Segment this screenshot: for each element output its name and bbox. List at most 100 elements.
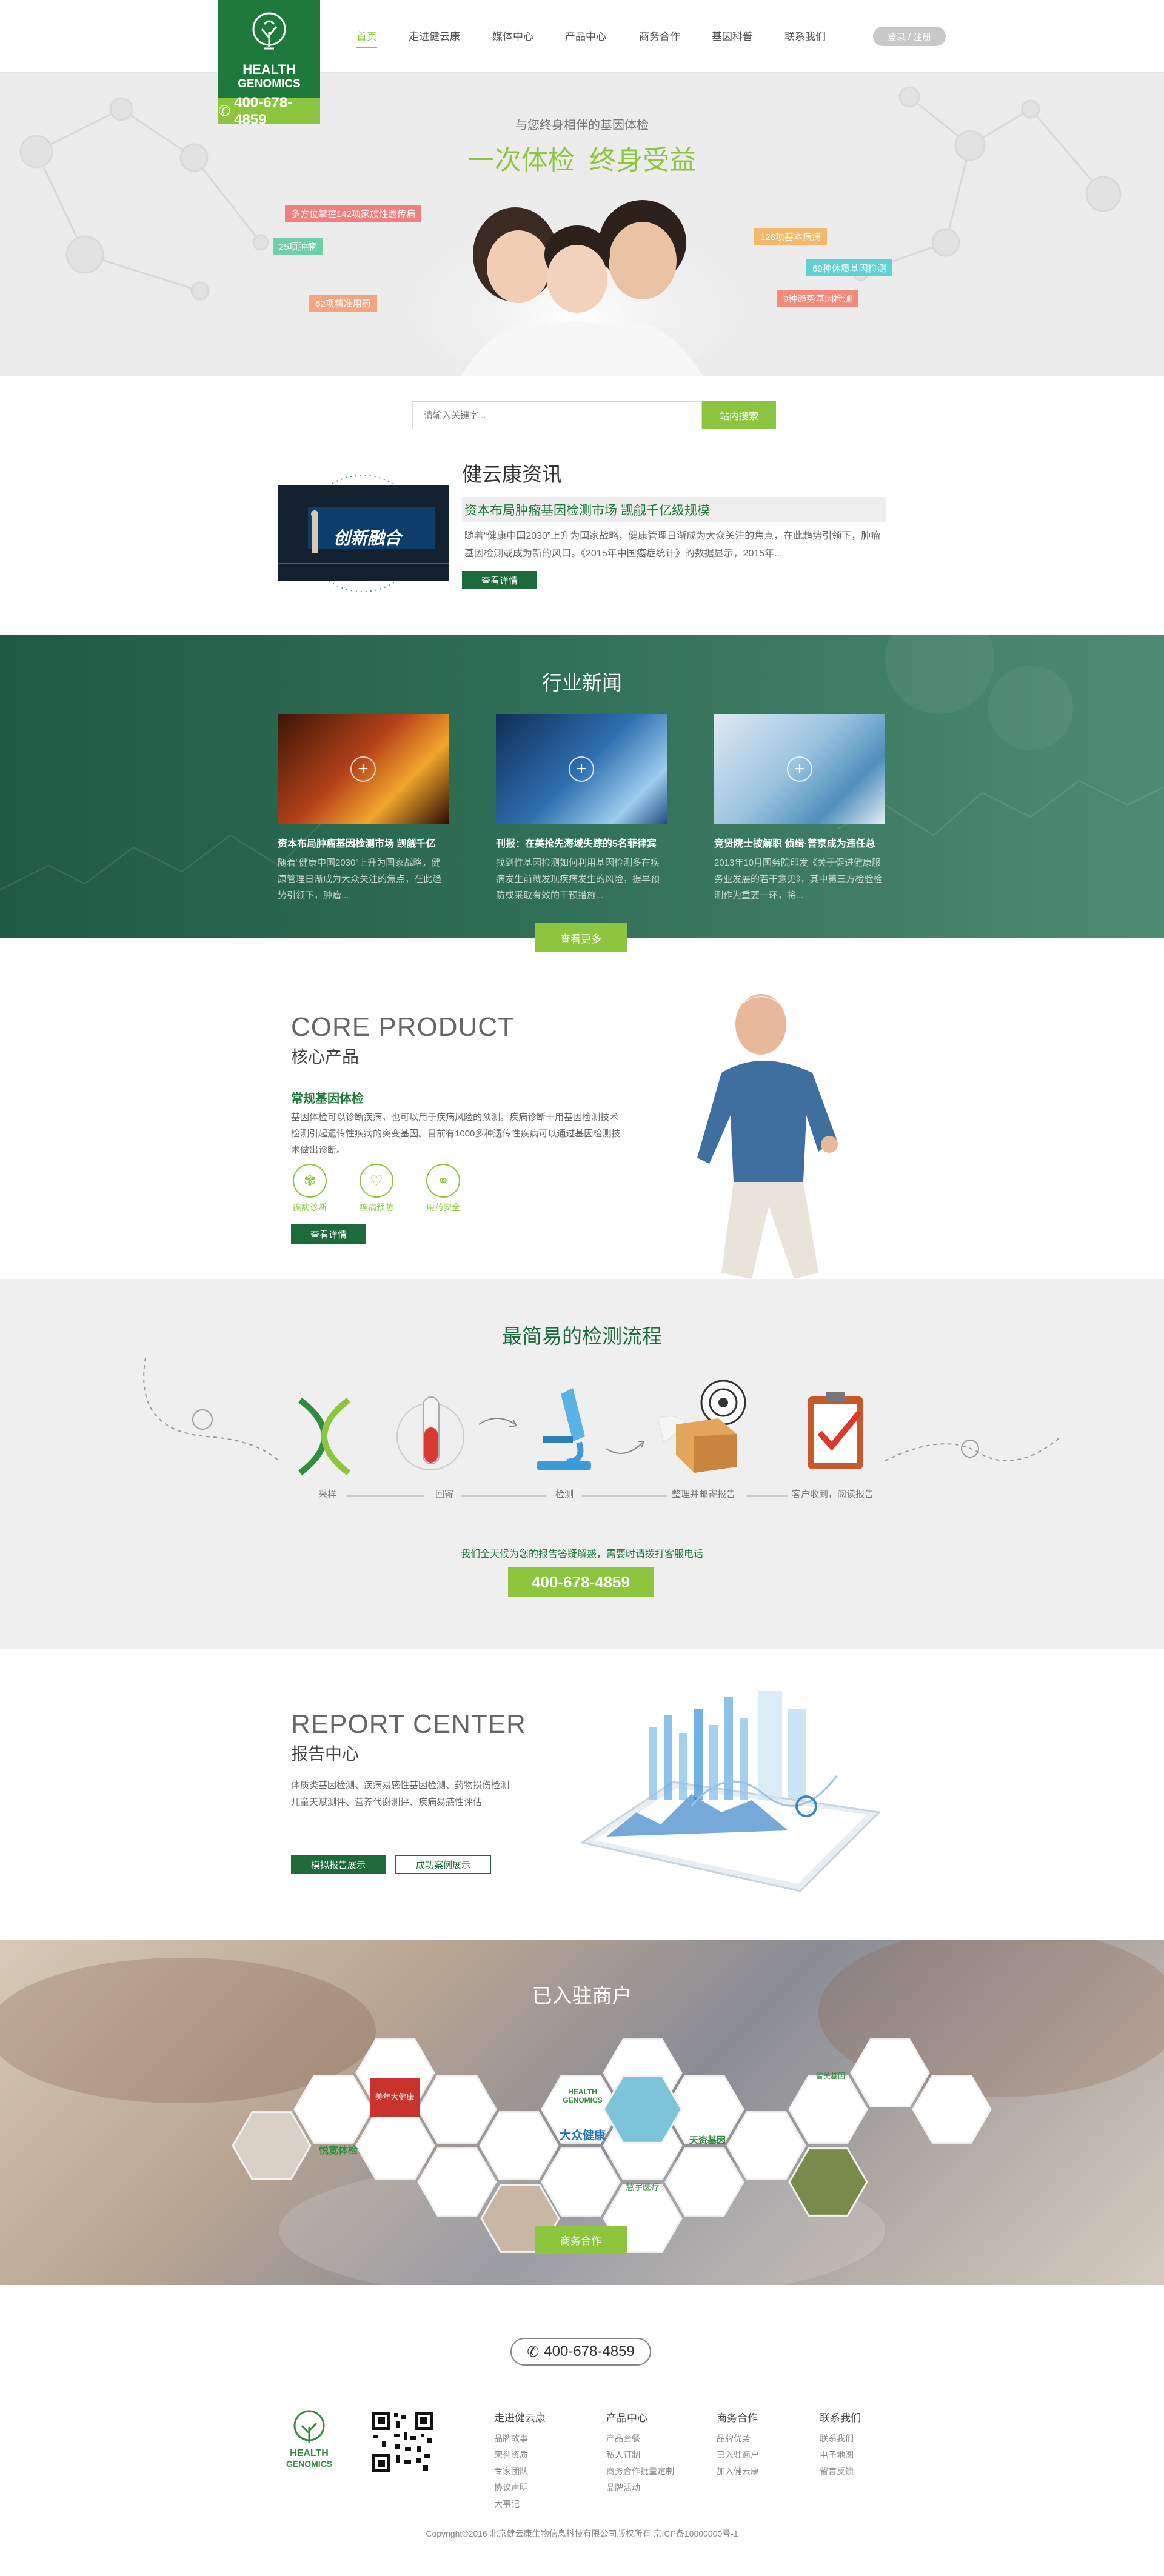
login-button[interactable]: 登录 / 注册 [873,27,946,46]
search-button[interactable]: 站内搜索 [702,401,776,429]
core-product-heading-cn: 核心产品 [291,1047,360,1066]
nav-business[interactable]: 商务合作 [639,28,680,48]
logo-text-genomics: GENOMICS [238,78,301,90]
more-news-button[interactable]: 查看更多 [535,923,627,952]
nav-products[interactable]: 产品中心 [565,28,606,48]
plus-icon: + [787,756,812,782]
plus-icon: + [350,756,376,782]
industry-card-title: 竞贤院士披解职 侦缉·普京成为违任总 [714,839,875,849]
footer-column-title: 走进健云康 [494,2412,546,2424]
footer-logo-genomics: GENOMICS [286,2459,333,2469]
site-logo[interactable]: HEALTH GENOMICS ✆ 400-678-4859 [218,0,320,128]
plus-icon: + [569,756,594,782]
merchant-hexagon[interactable] [912,2075,992,2144]
footer-link[interactable]: 品牌优势 [717,2431,759,2447]
industry-news-section: 行业新闻 + 资本布局肿瘤基因检测市场 觊觎千亿 随着“健康中国2030”上升为… [0,635,1164,938]
merchant-logo-tianzi[interactable]: 天资基因 [674,2134,741,2146]
merchant-hexagon[interactable] [293,2075,373,2144]
footer-link[interactable]: 协议声明 [494,2480,546,2496]
merchant-hexagon[interactable] [541,2147,621,2217]
core-details-button[interactable]: 查看详情 [291,1224,366,1244]
success-cases-button[interactable]: 成功案例展示 [395,1855,491,1874]
nav-contact[interactable]: 联系我们 [784,28,826,48]
feature-label: 疾病预防 [360,1203,393,1212]
step-label-report: 整理并邮寄报告 [672,1489,736,1500]
tablet-chart-image [580,1691,881,1892]
hero-subtitle: 与您终身相伴的基因体检 [515,119,649,132]
process-phone-button[interactable]: 400-678-4859 [508,1567,654,1597]
footer-link[interactable]: 私人订制 [606,2447,674,2463]
running-man-image [697,994,838,1279]
dna-icon [298,1398,351,1475]
footer-link[interactable]: 商务合作批量定制 [606,2463,674,2480]
business-cooperation-button[interactable]: 商务合作 [535,2226,627,2254]
step-label-receive: 客户收到，阅读报告 [792,1489,874,1500]
footer-link[interactable]: 大事记 [494,2496,546,2512]
qr-code [370,2409,435,2475]
search-input[interactable] [412,401,702,429]
industry-card-text: 找到性基因检测如何利用基因检测多在疾病发生前就发现疾病发生的风险，提早预防或采取… [496,858,660,901]
merchant-logo-zhimei[interactable]: 智美基因 [800,2070,861,2081]
merchant-hexagon[interactable] [664,2147,744,2217]
core-product-heading-en: CORE PRODUCT [291,1012,515,1042]
pill-icon: ⚭ [426,1164,460,1198]
footer-logo[interactable]: HEALTH GENOMICS [278,2409,341,2475]
news-image-text: 创新融合 [333,529,402,547]
industry-card[interactable]: + 竞贤院士披解职 侦缉·普京成为违任总 2013年10月国务院印发《关于促进健… [714,714,885,904]
industry-card-title: 刊报：在美抢先海域失踪的5名菲律宾 [496,839,657,849]
report-text: 体质类基因检测、疾病易感性基因检测、药物损伤检测 儿童天赋测评、营养代谢测评、疾… [291,1777,552,1811]
feature-diagnosis: ✾ 疾病诊断 [283,1164,337,1213]
footer-column-business: 商务合作 品牌优势 已入驻商户 加入健云康 [717,2409,759,2480]
merchant-hexagon[interactable] [850,2038,930,2107]
industry-card[interactable]: + 刊报：在美抢先海域失踪的5名菲律宾 找到性基因检测如何利用基因检测多在疾病发… [496,714,667,904]
industry-card-image: + [496,714,667,824]
footer-link[interactable]: 品牌活动 [606,2480,674,2496]
merchant-hexagon[interactable] [417,2075,497,2144]
merchant-logo-huiyu[interactable]: 慧宇医疗 [612,2181,673,2193]
industry-card-text: 随着“健康中国2030”上升为国家战略，健康管理日渐成为大众关注的焦点，在此趋势… [278,858,442,901]
news-image[interactable]: 创新融合 [278,473,449,594]
footer-link[interactable]: 已入驻商户 [717,2447,759,2463]
news-title[interactable]: 资本布局肿瘤基因检测市场 觊觎千亿级规模 [462,497,886,522]
process-note: 我们全天候为您的报告答疑解惑，需要时请拨打客服电话 [460,1549,703,1560]
nav-media[interactable]: 媒体中心 [492,28,534,48]
merchant-logo-yuekuan[interactable]: 悦宽体检 [308,2142,369,2157]
nav-science[interactable]: 基因科普 [712,28,753,48]
news-details-button[interactable]: 查看详情 [462,571,537,589]
footer-link[interactable]: 产品套餐 [606,2431,674,2447]
nav-about[interactable]: 走进健云康 [409,28,460,48]
merchant-logo-dazhong[interactable]: 大众健康 [549,2126,616,2143]
footer-link[interactable]: 联系我们 [820,2431,861,2447]
merchant-hexagon[interactable] [788,2075,868,2144]
footer-link[interactable]: 加入健云康 [717,2463,759,2480]
footer-column-title: 联系我们 [820,2412,861,2424]
industry-card[interactable]: + 资本布局肿瘤基因检测市场 觊觎千亿 随着“健康中国2030”上升为国家战略，… [278,714,449,904]
footer-column-contact: 联系我们 联系我们 电子地图 留言反馈 [820,2409,861,2480]
merchant-hexagon[interactable] [232,2111,312,2180]
report-text-line: 儿童天赋测评、营养代谢测评、疾病易感性评估 [291,1797,483,1807]
merchant-hexagon[interactable] [788,2147,868,2217]
footer-link[interactable]: 电子地图 [820,2447,861,2463]
leaf-icon: ✾ [293,1164,327,1198]
footer-link[interactable]: 荣誉资质 [494,2447,546,2463]
dna-tree-icon [252,12,286,50]
footer-link[interactable]: 专家团队 [494,2463,546,2480]
report-heading-en: REPORT CENTER [291,1709,526,1739]
footer-column-title: 产品中心 [606,2412,647,2424]
footer-column-title: 商务合作 [717,2412,758,2424]
sample-report-button[interactable]: 模拟报告展示 [291,1855,386,1874]
family-photo [412,200,740,376]
core-product-text: 基因体检可以诊断疾病，也可以用于疾病风险的预测。疾病诊断十用基因检测技术检测引起… [291,1112,621,1155]
footer-phone[interactable]: ✆ 400-678-4859 [510,2338,651,2366]
logo-phone[interactable]: ✆ 400-678-4859 [218,95,320,128]
merchant-logo-health-genomics[interactable]: HEALTH GENOMICS [549,2087,616,2104]
process-section: 最简易的检测流程 采样 回寄 检测 整理并邮寄报告 客户收到，阅读报告 我们全天… [0,1279,1164,1649]
footer-link[interactable]: 留言反馈 [820,2463,861,2480]
merchant-logo-meinian[interactable]: 美年大健康 [370,2078,420,2117]
merchant-hexagon[interactable] [417,2147,497,2217]
merchant-hexagon[interactable] [479,2111,559,2180]
footer-link[interactable]: 品牌故事 [494,2431,546,2447]
hero-title: 一次体检 终身受益 [467,145,697,175]
nav-home[interactable]: 首页 [356,28,377,48]
feature-prevention: ♡ 疾病预防 [349,1164,404,1213]
